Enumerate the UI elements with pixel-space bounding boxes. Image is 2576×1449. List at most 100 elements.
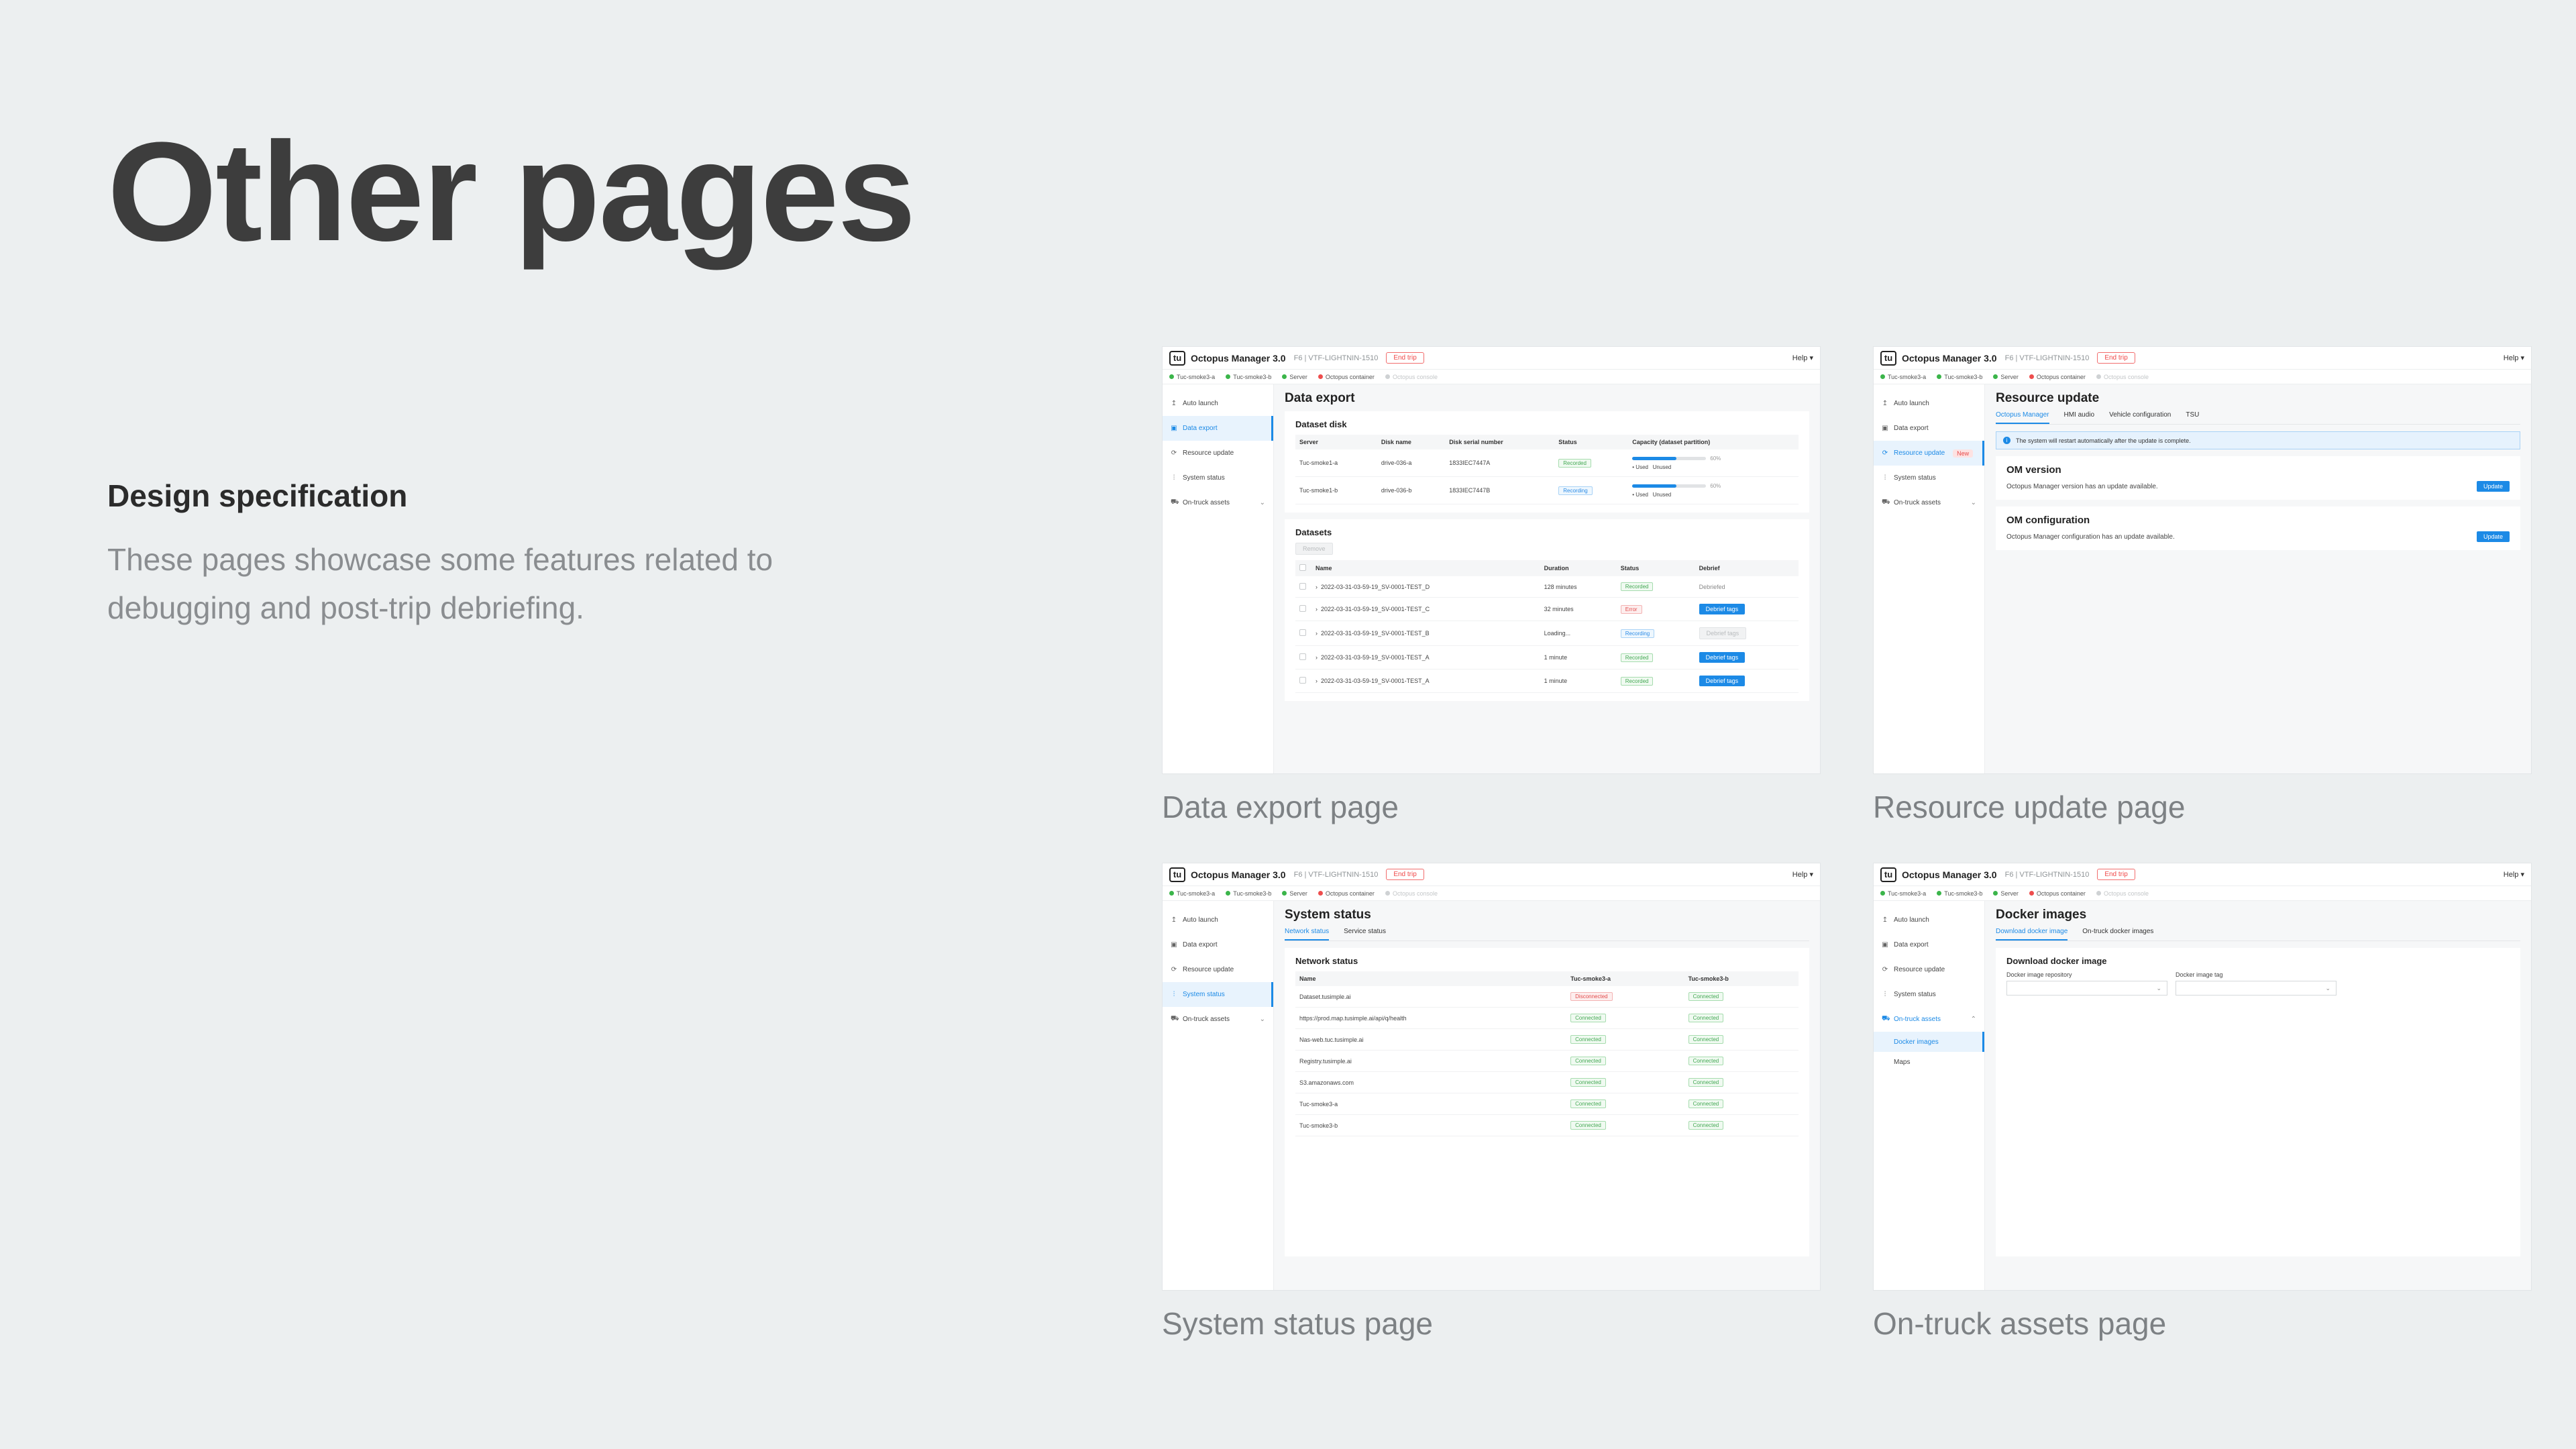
end-trip-button[interactable]: End trip bbox=[1386, 869, 1424, 880]
select-all-checkbox[interactable] bbox=[1299, 564, 1306, 571]
table-row: Registry.tusimple.ai Connected Connected bbox=[1295, 1050, 1799, 1072]
dataset-disk-card: Dataset disk Server Disk name Disk seria… bbox=[1285, 411, 1809, 513]
sidebar-subitem-maps[interactable]: Maps bbox=[1874, 1052, 1984, 1072]
help-menu[interactable]: Help ▾ bbox=[2504, 354, 2524, 362]
help-menu[interactable]: Help ▾ bbox=[1792, 870, 1813, 879]
tab-service-status[interactable]: Service status bbox=[1344, 928, 1386, 941]
table-row: › 2022-03-31-03-59-19_SV-0001-TEST_D 128… bbox=[1295, 576, 1799, 598]
sidebar-item-on-truck-assets[interactable]: ⛟ On-truck assets ⌄ bbox=[1874, 490, 1984, 515]
table-row: Tuc-smoke3-a Connected Connected bbox=[1295, 1093, 1799, 1115]
end-trip-button[interactable]: End trip bbox=[2097, 869, 2135, 880]
status-badge: Recorded bbox=[1620, 582, 1654, 591]
sidebar-item-resource-update[interactable]: ⟳ Resource update bbox=[1163, 957, 1273, 982]
connected-icon bbox=[1880, 891, 1885, 896]
truck-icon: ⛟ bbox=[1171, 1015, 1179, 1022]
sidebar-item-system-status[interactable]: ⫶ System status bbox=[1163, 466, 1273, 490]
tab-on-truck-docker-images[interactable]: On-truck docker images bbox=[2082, 928, 2153, 941]
sidebar-subitem-docker-images[interactable]: Docker images bbox=[1874, 1032, 1984, 1052]
main-title: Docker images bbox=[1996, 908, 2087, 922]
status-badge: Connected bbox=[1570, 1099, 1606, 1108]
card-title: Download docker image bbox=[2006, 956, 2107, 966]
status-badge: Connected bbox=[1570, 1121, 1606, 1130]
inactive-icon bbox=[2096, 374, 2101, 379]
column-header[interactable]: Name bbox=[1311, 560, 1540, 576]
sidebar-item-system-status[interactable]: ⫶ System status bbox=[1874, 982, 1984, 1007]
status-badge: Connected bbox=[1570, 1014, 1606, 1022]
expand-icon[interactable]: › bbox=[1316, 654, 1318, 661]
tab-hmi-audio[interactable]: HMI audio bbox=[2064, 411, 2095, 424]
field-label: Docker image repository bbox=[2006, 971, 2072, 978]
debrief-tags-button[interactable]: Debrief tags bbox=[1699, 627, 1747, 639]
sidebar-item-auto-launch[interactable]: ↥ Auto launch bbox=[1163, 391, 1273, 416]
chart-icon: ⫶ bbox=[1884, 991, 1886, 998]
tab-download-docker-image[interactable]: Download docker image bbox=[1996, 928, 2068, 941]
error-icon bbox=[1318, 374, 1323, 379]
update-icon: ⟳ bbox=[1171, 966, 1177, 973]
sidebar-item-auto-launch[interactable]: ↥ Auto launch bbox=[1163, 908, 1273, 932]
row-checkbox[interactable] bbox=[1299, 605, 1306, 612]
sidebar-item-data-export[interactable]: ▣ Data export bbox=[1874, 416, 1984, 441]
expand-icon[interactable]: › bbox=[1316, 606, 1318, 612]
truck-id: F6 | VTF-LIGHTNIN-1510 bbox=[1293, 870, 1379, 879]
sidebar-item-system-status[interactable]: ⫶ System status bbox=[1163, 982, 1273, 1007]
sidebar: ↥ Auto launch ▣ Data export ⟳ Resource upda… bbox=[1163, 901, 1274, 1290]
error-icon bbox=[2029, 891, 2034, 896]
connected-icon bbox=[1169, 374, 1174, 379]
update-button[interactable]: Update bbox=[2476, 481, 2510, 492]
end-trip-button[interactable]: End trip bbox=[1386, 352, 1424, 364]
card-title: OM version bbox=[2006, 464, 2061, 476]
sidebar-item-resource-update[interactable]: ⟳ Resource update bbox=[1874, 957, 1984, 982]
capacity-bar bbox=[1632, 457, 1707, 460]
sidebar-item-data-export[interactable]: ▣ Data export bbox=[1874, 932, 1984, 957]
sidebar-item-data-export[interactable]: ▣ Data export bbox=[1163, 416, 1273, 441]
end-trip-button[interactable]: End trip bbox=[2097, 352, 2135, 364]
row-checkbox[interactable] bbox=[1299, 653, 1306, 660]
connected-icon bbox=[1937, 891, 1942, 896]
row-checkbox[interactable] bbox=[1299, 582, 1306, 590]
expand-icon[interactable]: › bbox=[1316, 678, 1318, 684]
sidebar-item-on-truck-assets[interactable]: ⛟ On-truck assets ⌃ bbox=[1874, 1007, 1984, 1032]
sidebar-item-on-truck-assets[interactable]: ⛟ On-truck assets ⌄ bbox=[1163, 1007, 1273, 1032]
sidebar-item-resource-update[interactable]: ⟳ Resource update bbox=[1163, 441, 1273, 466]
help-menu[interactable]: Help ▾ bbox=[2504, 870, 2524, 879]
connected-icon bbox=[1993, 374, 1998, 379]
chevron-down-icon: ⌄ bbox=[1259, 1016, 1265, 1023]
column-header: Status bbox=[1616, 560, 1695, 576]
column-header[interactable]: Duration bbox=[1540, 560, 1617, 576]
status-badge: Error bbox=[1620, 604, 1642, 614]
sidebar-item-on-truck-assets[interactable]: ⛟ On-truck assets ⌄ bbox=[1163, 490, 1273, 515]
sidebar-item-auto-launch[interactable]: ↥ Auto launch bbox=[1874, 391, 1984, 416]
tab-network-status[interactable]: Network status bbox=[1285, 928, 1330, 941]
tab-vehicle-configuration[interactable]: Vehicle configuration bbox=[2109, 411, 2171, 424]
help-menu[interactable]: Help ▾ bbox=[1792, 354, 1813, 362]
datasets-table: Name Duration Status Debrief › 2022-03-3… bbox=[1295, 560, 1799, 693]
sidebar-item-data-export[interactable]: ▣ Data export bbox=[1163, 932, 1273, 957]
remove-button[interactable]: Remove bbox=[1295, 543, 1333, 555]
docker-tag-select[interactable]: ⌄ bbox=[2176, 981, 2337, 996]
page-title: Other pages bbox=[107, 113, 916, 270]
docker-repository-select[interactable]: ⌄ bbox=[2006, 981, 2167, 996]
legend-used: • Used bbox=[1632, 464, 1648, 470]
export-icon: ▣ bbox=[1882, 425, 1888, 432]
update-button[interactable]: Update bbox=[2476, 531, 2510, 542]
top-bar: tu Octopus Manager 3.0 F6 | VTF-LIGHTNIN… bbox=[1163, 347, 1820, 370]
tab-octopus-manager[interactable]: Octopus Manager bbox=[1996, 411, 2049, 424]
sidebar-item-auto-launch[interactable]: ↥ Auto launch bbox=[1874, 908, 1984, 932]
status-bar: Tuc-smoke3-a Tuc-smoke3-b Server Octopus… bbox=[1163, 370, 1820, 384]
row-checkbox[interactable] bbox=[1299, 677, 1306, 684]
debrief-tags-button[interactable]: Debrief tags bbox=[1699, 676, 1746, 686]
status-badge: Connected bbox=[1570, 1035, 1606, 1044]
debrief-tags-button[interactable]: Debrief tags bbox=[1699, 604, 1746, 614]
status-badge: Recorded bbox=[1558, 458, 1591, 468]
expand-icon[interactable]: › bbox=[1316, 630, 1318, 637]
export-icon: ▣ bbox=[1171, 941, 1177, 949]
debrief-tags-button[interactable]: Debrief tags bbox=[1699, 652, 1746, 663]
sidebar-item-resource-update[interactable]: ⟳ Resource update New bbox=[1874, 441, 1984, 466]
field-label: Docker image tag bbox=[2176, 971, 2223, 978]
status-badge: Connected bbox=[1570, 1078, 1606, 1087]
expand-icon[interactable]: › bbox=[1316, 584, 1318, 590]
sidebar-item-system-status[interactable]: ⫶ System status bbox=[1874, 466, 1984, 490]
row-checkbox[interactable] bbox=[1299, 629, 1306, 636]
tab-tsu[interactable]: TSU bbox=[2186, 411, 2199, 424]
om-version-card: OM version Octopus Manager version has a… bbox=[1996, 456, 2520, 500]
